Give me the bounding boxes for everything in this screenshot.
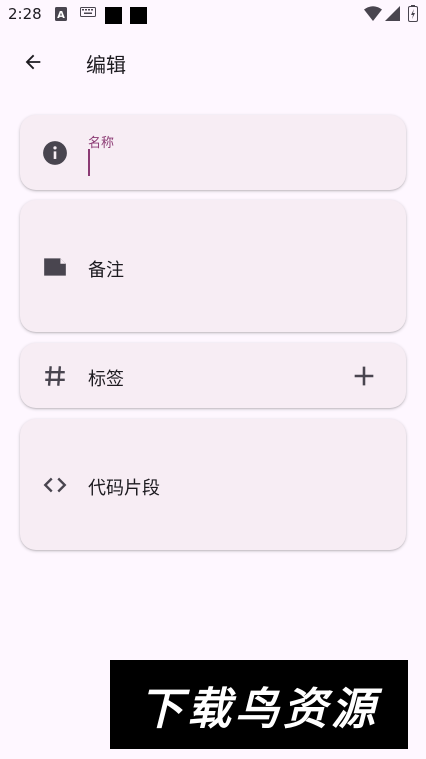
page-title: 编辑 — [86, 53, 126, 77]
keyboard-icon — [80, 7, 96, 17]
code-icon — [43, 477, 67, 493]
status-time: 2:28 — [8, 5, 42, 23]
hash-icon — [45, 366, 65, 386]
signal-icon — [385, 6, 400, 21]
note-card[interactable]: 备注 — [20, 200, 406, 332]
top-app-bar: 编辑 — [0, 36, 426, 88]
code-snippet-label: 代码片段 — [88, 478, 160, 499]
note-label-icon — [44, 258, 66, 276]
add-tag-button[interactable] — [350, 362, 378, 390]
app-notification-icon: A — [55, 7, 67, 21]
text-cursor — [88, 149, 90, 176]
wifi-icon — [364, 6, 382, 21]
name-field-card[interactable]: 名称 — [20, 115, 406, 190]
note-label: 备注 — [88, 260, 124, 281]
status-bar: 2:28 A — [0, 0, 426, 30]
square-notification-icon — [105, 7, 122, 24]
svg-text:A: A — [57, 10, 65, 21]
watermark-text: 下载鸟资源 — [139, 683, 379, 735]
tags-card[interactable]: 标签 — [20, 343, 406, 408]
plus-icon — [354, 366, 374, 386]
battery-icon — [408, 5, 418, 22]
code-snippet-card[interactable]: 代码片段 — [20, 419, 406, 550]
info-icon — [43, 141, 67, 165]
watermark-logo: 下载鸟资源 — [110, 660, 408, 749]
arrow-back-icon — [25, 54, 41, 70]
name-field-label: 名称 — [88, 136, 115, 151]
back-button[interactable] — [13, 42, 53, 82]
square-notification-icon — [130, 7, 147, 24]
tags-label: 标签 — [88, 369, 124, 390]
